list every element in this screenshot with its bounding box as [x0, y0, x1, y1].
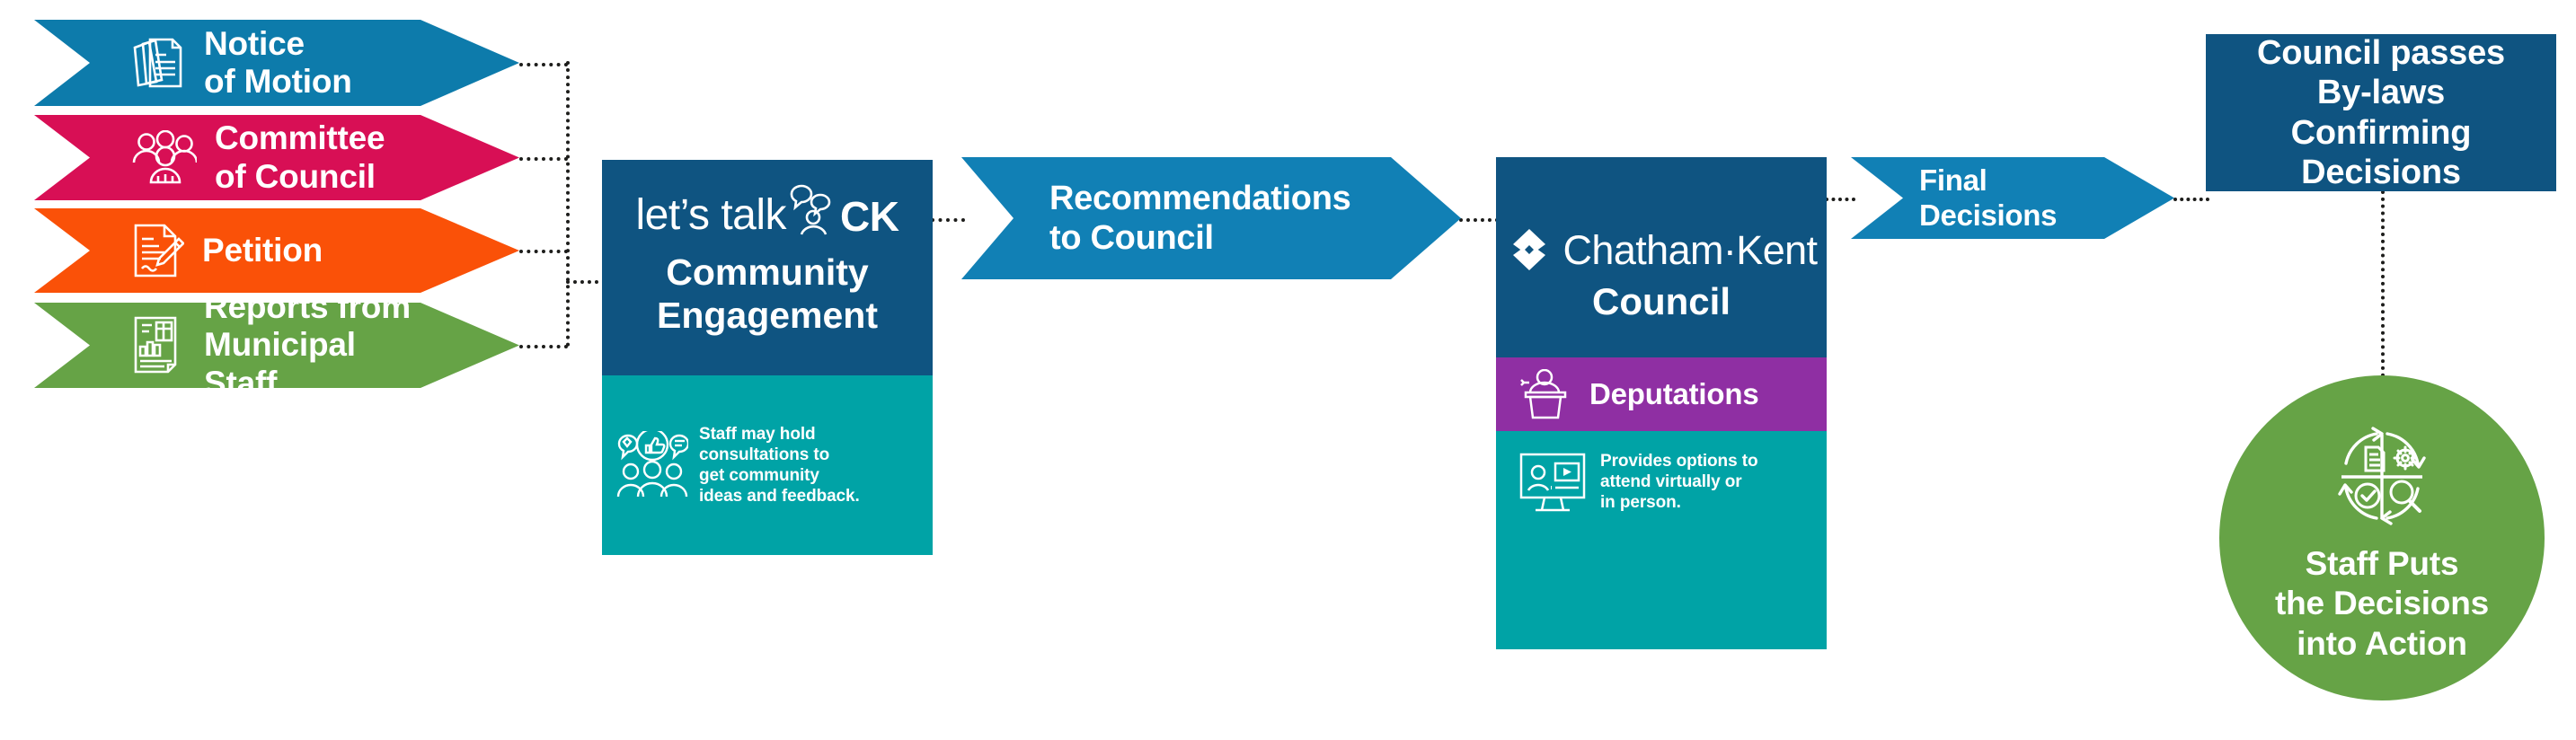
monitor-video-call-icon: [1518, 451, 1588, 515]
council-title: Council: [1592, 280, 1731, 322]
connector-engagement-to-recommendations: [931, 218, 965, 222]
input-label-reports-from-municipal-staff: Reports from Municipal Staff: [204, 288, 411, 401]
community-engagement-note-band: Staff may hold consultations to get comm…: [602, 375, 933, 555]
recommendations-to-council-label: Recommendations to Council: [1049, 179, 1351, 257]
final-decisions-label: Final Decisions: [1919, 163, 2058, 232]
connector-committee: [519, 157, 568, 161]
connector-council-to-final: [1825, 198, 1855, 201]
final-decisions-arrow[interactable]: Final Decisions: [1851, 157, 2174, 239]
connector-spine: [566, 61, 570, 347]
lets-talk-wordmark: let’s talk: [635, 191, 787, 239]
connector-notice: [519, 63, 568, 66]
chatham-kent-diamond-logo: [1506, 227, 1553, 272]
podium-speaker-icon: [1518, 369, 1573, 419]
community-engagement-note: Staff may hold consultations to get comm…: [699, 424, 860, 507]
bylaws-label: Council passes By-laws Confirming Decisi…: [2257, 33, 2505, 191]
lets-talk-ck-logo: let’s talk CK: [636, 183, 899, 237]
community-engagement-panel[interactable]: let’s talk CK Community Engagement: [602, 160, 933, 375]
chatham-kent-name: Chatham·Kent: [1562, 226, 1819, 273]
document-with-pen-icon: [128, 221, 184, 280]
connector-reports: [519, 345, 568, 348]
input-arrow-petition[interactable]: Petition: [34, 208, 519, 293]
connector-recommendations-to-council: [1459, 218, 1499, 222]
council-virtual-note: Provides options to attend virtually or …: [1600, 452, 1758, 513]
ck-wordmark: CK: [840, 193, 899, 240]
report-chart-document-icon: [128, 314, 186, 377]
bylaws-panel[interactable]: Council passes By-laws Confirming Decisi…: [2206, 34, 2556, 191]
process-cycle-gear-check-search-icon: [2324, 422, 2439, 532]
recommendations-to-council-arrow[interactable]: Recommendations to Council: [961, 157, 1461, 279]
connector-bylaws-to-action: [2381, 190, 2385, 377]
documents-stack-icon: [128, 33, 186, 92]
connector-spine-to-engagement: [566, 280, 606, 284]
feedback-community-icon: [616, 431, 688, 499]
input-arrow-committee-of-council[interactable]: Committee of Council: [34, 115, 519, 200]
input-label-petition: Petition: [202, 231, 323, 269]
staff-action-circle[interactable]: Staff Puts the Decisions into Action: [2219, 375, 2545, 700]
community-engagement-title: Community Engagement: [656, 251, 879, 336]
speech-bubbles-person-icon: [788, 183, 838, 235]
council-deputations-band[interactable]: Deputations: [1496, 357, 1827, 431]
input-label-committee-of-council: Committee of Council: [215, 119, 385, 195]
flow-diagram-canvas: Notice of Motion Committee of Council Pe…: [0, 0, 2576, 740]
connector-final-to-bylaws: [2173, 198, 2209, 201]
council-deputations-label: Deputations: [1589, 377, 1759, 410]
group-of-people-icon: [128, 130, 197, 186]
staff-action-label: Staff Puts the Decisions into Action: [2275, 545, 2489, 662]
council-panel[interactable]: Chatham·Kent Council: [1496, 157, 1827, 357]
input-label-notice-of-motion: Notice of Motion: [204, 24, 352, 100]
council-virtual-band: Provides options to attend virtually or …: [1496, 431, 1827, 649]
input-arrow-reports-from-municipal-staff[interactable]: Reports from Municipal Staff: [34, 303, 519, 388]
connector-petition: [519, 250, 568, 253]
input-arrow-notice-of-motion[interactable]: Notice of Motion: [34, 20, 519, 106]
chatham-kent-logo: Chatham·Kent: [1506, 227, 1818, 272]
